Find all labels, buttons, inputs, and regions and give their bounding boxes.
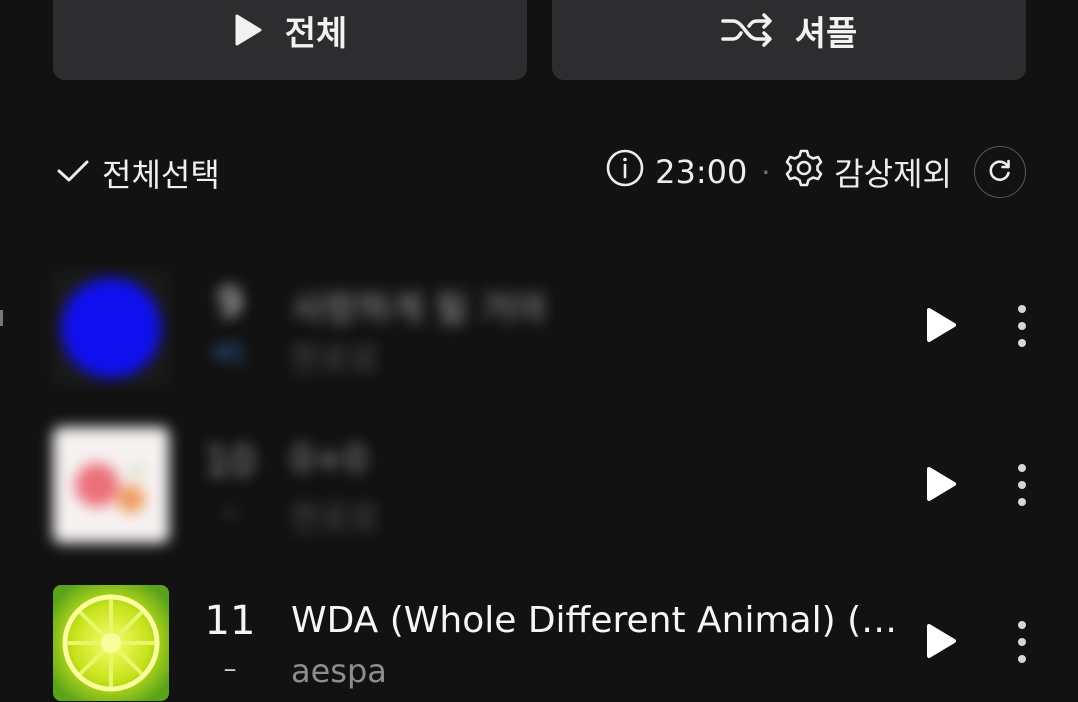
play-all-label: 전체 bbox=[284, 13, 348, 54]
rank-change: ▾1 bbox=[215, 338, 245, 368]
song-artist: 한로로 bbox=[291, 499, 380, 537]
row-more-button[interactable] bbox=[1000, 616, 1044, 672]
refresh-icon bbox=[987, 153, 1013, 191]
play-all-button[interactable]: 전체 bbox=[53, 0, 527, 80]
select-all-label: 전체선택 bbox=[102, 156, 220, 194]
album-art bbox=[53, 427, 169, 543]
song-row[interactable]: 9 ▾1 사랑하게 될 거야 한로로 bbox=[0, 266, 1078, 386]
album-art bbox=[53, 585, 169, 701]
row-play-button[interactable] bbox=[918, 304, 964, 350]
rank-number: 11 bbox=[204, 598, 256, 644]
chart-list-screen: 전체 셔플 전체선택 23:00 · 감상제외 9 ▾1 사랑하게 될 거야 한… bbox=[0, 0, 1078, 702]
play-icon bbox=[924, 622, 958, 664]
album-art bbox=[53, 270, 169, 386]
select-all-button[interactable]: 전체선택 bbox=[56, 150, 220, 196]
more-vertical-icon bbox=[1017, 463, 1027, 511]
song-title: WDA (Whole Different Animal) (… bbox=[291, 600, 898, 641]
exclude-settings-button[interactable]: 감상제외 bbox=[784, 148, 952, 196]
check-icon bbox=[56, 154, 90, 192]
song-title: 0+0 bbox=[291, 439, 367, 480]
shuffle-icon bbox=[720, 12, 773, 48]
play-icon bbox=[233, 13, 263, 47]
song-row[interactable]: 10 – 0+0 한로로 bbox=[0, 425, 1078, 545]
rank-number: 10 bbox=[204, 439, 256, 485]
song-row[interactable]: 11 – WDA (Whole Different Animal) (… aes… bbox=[0, 584, 1078, 702]
row-play-button[interactable] bbox=[918, 463, 964, 509]
update-time-info[interactable]: 23:00 bbox=[605, 148, 747, 196]
update-time: 23:00 bbox=[655, 153, 748, 191]
song-artist: 한로로 bbox=[291, 340, 380, 378]
row-more-button[interactable] bbox=[1000, 300, 1044, 356]
exclude-label: 감상제외 bbox=[834, 155, 952, 193]
refresh-button[interactable] bbox=[974, 146, 1026, 198]
play-icon bbox=[924, 306, 958, 348]
info-icon bbox=[605, 148, 645, 196]
shuffle-label: 셔플 bbox=[794, 13, 858, 54]
shuffle-button[interactable]: 셔플 bbox=[552, 0, 1026, 80]
meta-separator: · bbox=[761, 155, 771, 189]
chart-meta-bar: 23:00 · 감상제외 bbox=[605, 146, 1026, 198]
row-play-button[interactable] bbox=[918, 620, 964, 666]
play-icon bbox=[924, 465, 958, 507]
rank-change: – bbox=[223, 654, 237, 684]
rank-change: – bbox=[223, 497, 237, 527]
more-vertical-icon bbox=[1017, 304, 1027, 352]
song-title: 사랑하게 될 거야 bbox=[291, 289, 546, 330]
row-more-button[interactable] bbox=[1000, 459, 1044, 515]
rank-number: 9 bbox=[217, 280, 243, 326]
gear-icon bbox=[784, 148, 824, 196]
more-vertical-icon bbox=[1017, 620, 1027, 668]
song-artist: aespa bbox=[291, 652, 387, 690]
